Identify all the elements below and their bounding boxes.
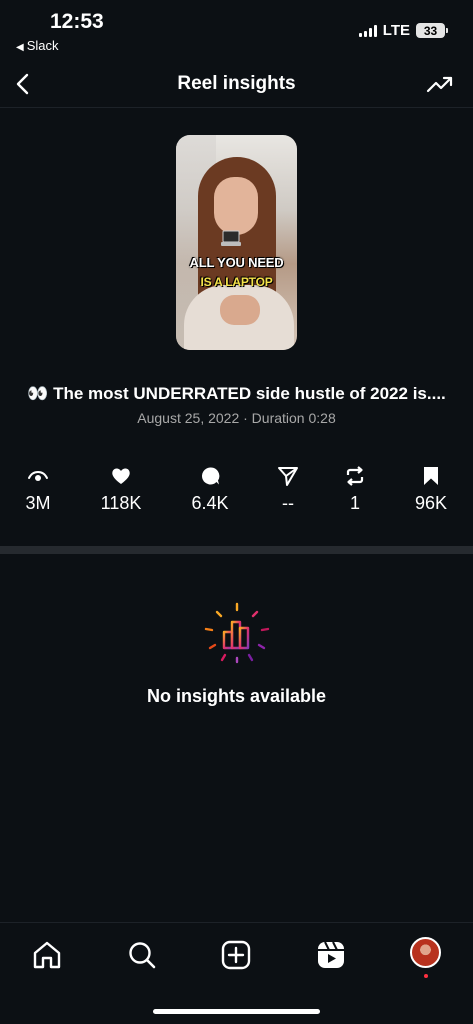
stat-views-value: 3M xyxy=(25,493,51,513)
stat-comments-value: 6.4K xyxy=(191,493,229,513)
header: Reel insights xyxy=(0,60,473,108)
bookmark-icon xyxy=(424,467,438,485)
stat-views: 3M xyxy=(3,465,73,514)
thumbnail-hands xyxy=(220,295,260,325)
reels-icon[interactable] xyxy=(315,939,347,971)
stat-shares-value: -- xyxy=(282,493,294,513)
comment-icon xyxy=(201,467,220,485)
signal-icon xyxy=(358,24,377,37)
search-icon[interactable] xyxy=(126,939,158,971)
stat-likes-value: 118K xyxy=(100,493,142,513)
stat-saves: 96K xyxy=(396,465,466,514)
thumbnail-caption-line1: ALL YOU NEED xyxy=(189,255,284,270)
reel-thumbnail[interactable]: ALL YOU NEED IS A LAPTOP xyxy=(176,135,297,350)
stats-row: 3M 118K 6.4K -- 1 96K xyxy=(0,465,473,525)
eye-icon xyxy=(28,471,48,481)
home-icon[interactable] xyxy=(31,939,63,971)
home-indicator xyxy=(153,1009,320,1014)
status-time: 12:53 xyxy=(50,10,104,33)
create-icon[interactable] xyxy=(220,939,252,971)
heart-icon xyxy=(112,468,130,484)
stat-comments: 6.4K xyxy=(175,465,245,514)
reel-meta: August 25, 2022 · Duration 0:28 xyxy=(137,410,336,426)
stat-reposts: 1 xyxy=(320,465,390,514)
trending-up-icon[interactable] xyxy=(425,72,455,96)
stat-shares: -- xyxy=(253,465,323,514)
bar-chart-icon xyxy=(204,602,270,664)
network-label: LTE xyxy=(382,22,410,39)
profile-avatar[interactable] xyxy=(410,937,441,968)
battery-level: 33 xyxy=(423,23,438,38)
bottom-nav xyxy=(0,922,473,1024)
stat-likes: 118K xyxy=(86,465,156,514)
stat-reposts-value: 1 xyxy=(349,493,360,513)
back-app-label: Slack xyxy=(26,38,59,53)
back-to-app-link[interactable]: ◀ Slack xyxy=(16,38,59,53)
page-title: Reel insights xyxy=(177,73,296,94)
laptop-icon xyxy=(221,230,241,246)
reel-title: 👀 The most UNDERRATED side hustle of 202… xyxy=(27,384,446,403)
status-bar: 12:53 ◀ Slack LTE 33 xyxy=(0,0,473,60)
notification-dot xyxy=(424,974,428,978)
status-indicators: LTE 33 xyxy=(358,22,448,39)
send-icon xyxy=(278,467,298,486)
empty-state-text: No insights available xyxy=(146,686,327,706)
stat-saves-value: 96K xyxy=(414,493,448,513)
repost-icon xyxy=(346,466,364,486)
battery-icon: 33 xyxy=(416,23,448,38)
thumbnail-caption-line2: IS A LAPTOP xyxy=(200,275,273,289)
thumbnail-face xyxy=(214,177,258,235)
section-divider xyxy=(0,546,473,554)
back-triangle-icon: ◀ xyxy=(16,42,24,53)
